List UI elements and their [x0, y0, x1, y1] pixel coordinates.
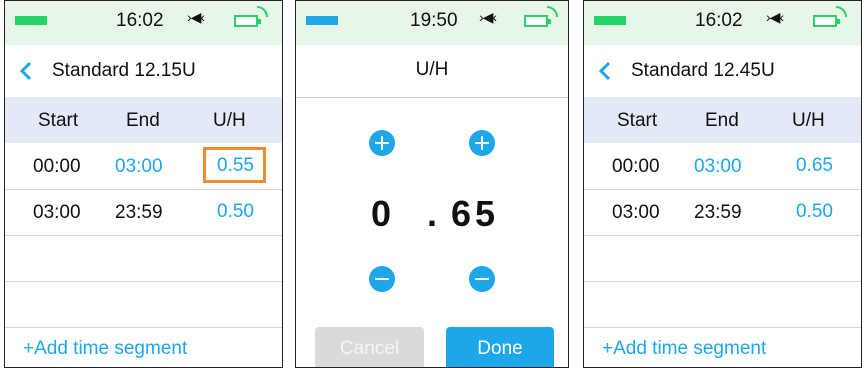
sound-icon: ›◀‹ — [479, 9, 497, 25]
back-chevron-icon[interactable] — [15, 60, 37, 82]
add-time-segment-link[interactable]: +Add time segment — [23, 338, 187, 360]
status-bar: 16:02 ›◀‹ — [584, 1, 861, 45]
battery-icon — [15, 16, 47, 25]
battery-icon — [594, 16, 626, 25]
sound-icon: ›◀‹ — [187, 9, 205, 25]
row-end[interactable]: 03:00 — [115, 156, 163, 178]
column-end: End — [126, 110, 160, 131]
row-end[interactable]: 03:00 — [694, 156, 742, 178]
status-bar: 16:02 ›◀‹ — [5, 1, 282, 45]
signal-icon — [257, 6, 268, 17]
decrement-decimal-minus-icon[interactable] — [469, 266, 495, 292]
status-time: 16:02 — [116, 10, 164, 31]
status-time: 16:02 — [695, 10, 743, 31]
table-row: 00:00 03:00 0.55 — [5, 143, 282, 190]
screen-header: Standard 12.15U — [5, 45, 282, 97]
cancel-button[interactable]: Cancel — [315, 327, 424, 367]
empty-row — [584, 235, 861, 282]
row-rate[interactable]: 0.50 — [217, 201, 254, 223]
row-start: 00:00 — [612, 156, 660, 177]
add-time-segment-link[interactable]: +Add time segment — [602, 338, 766, 360]
sound-icon: ›◀‹ — [766, 9, 784, 25]
rate-editor-screen: 19:50 ›◀‹ U/H 0 . 65 Cancel Done — [295, 0, 569, 368]
column-start: Start — [38, 110, 79, 131]
basal-profile-screen-after: 16:02 ›◀‹ Standard 12.45U Start End U/H … — [583, 0, 862, 368]
table-row: 03:00 23:59 0.50 — [584, 189, 861, 236]
increment-integer-plus-icon[interactable] — [369, 130, 395, 156]
decimal-point: . — [427, 193, 438, 234]
done-button[interactable]: Done — [446, 327, 554, 367]
row-rate[interactable]: 0.65 — [796, 155, 833, 177]
decimal-digits: 65 — [451, 193, 500, 234]
row-start: 03:00 — [33, 202, 81, 223]
column-rate: U/H — [792, 110, 825, 131]
screen-header: Standard 12.45U — [584, 45, 861, 97]
row-rate[interactable]: 0.50 — [796, 201, 833, 223]
increment-decimal-plus-icon[interactable] — [469, 130, 495, 156]
battery-full-icon — [813, 15, 840, 27]
table-row: 03:00 23:59 0.50 — [5, 189, 282, 236]
row-rate[interactable]: 0.55 — [217, 155, 254, 177]
status-bar: 19:50 ›◀‹ — [296, 1, 568, 45]
decrement-integer-minus-icon[interactable] — [369, 266, 395, 292]
back-chevron-icon[interactable] — [594, 60, 616, 82]
row-start: 00:00 — [33, 156, 81, 177]
status-time: 19:50 — [410, 10, 458, 31]
row-end[interactable]: 23:59 — [115, 202, 163, 224]
empty-row — [5, 235, 282, 282]
empty-row — [584, 281, 861, 328]
battery-icon — [306, 16, 338, 25]
basal-profile-screen-before: 16:02 ›◀‹ Standard 12.15U Start End U/H … — [4, 0, 283, 368]
profile-title: Standard 12.45U — [631, 60, 775, 81]
row-start: 03:00 — [612, 202, 660, 223]
column-end: End — [705, 110, 739, 131]
empty-row — [5, 281, 282, 328]
signal-icon — [836, 6, 847, 17]
table-row: 00:00 03:00 0.65 — [584, 143, 861, 190]
table-header: Start End U/H — [5, 97, 282, 143]
column-rate: U/H — [213, 110, 246, 131]
row-end[interactable]: 23:59 — [694, 202, 742, 224]
battery-full-icon — [524, 15, 551, 27]
editor-title: U/H — [415, 59, 449, 80]
column-start: Start — [617, 110, 658, 131]
battery-full-icon — [234, 15, 261, 27]
divider — [296, 97, 568, 98]
integer-digit: 0 — [371, 193, 392, 234]
signal-icon — [547, 6, 558, 17]
table-header: Start End U/H — [584, 97, 861, 143]
profile-title: Standard 12.15U — [52, 60, 196, 81]
